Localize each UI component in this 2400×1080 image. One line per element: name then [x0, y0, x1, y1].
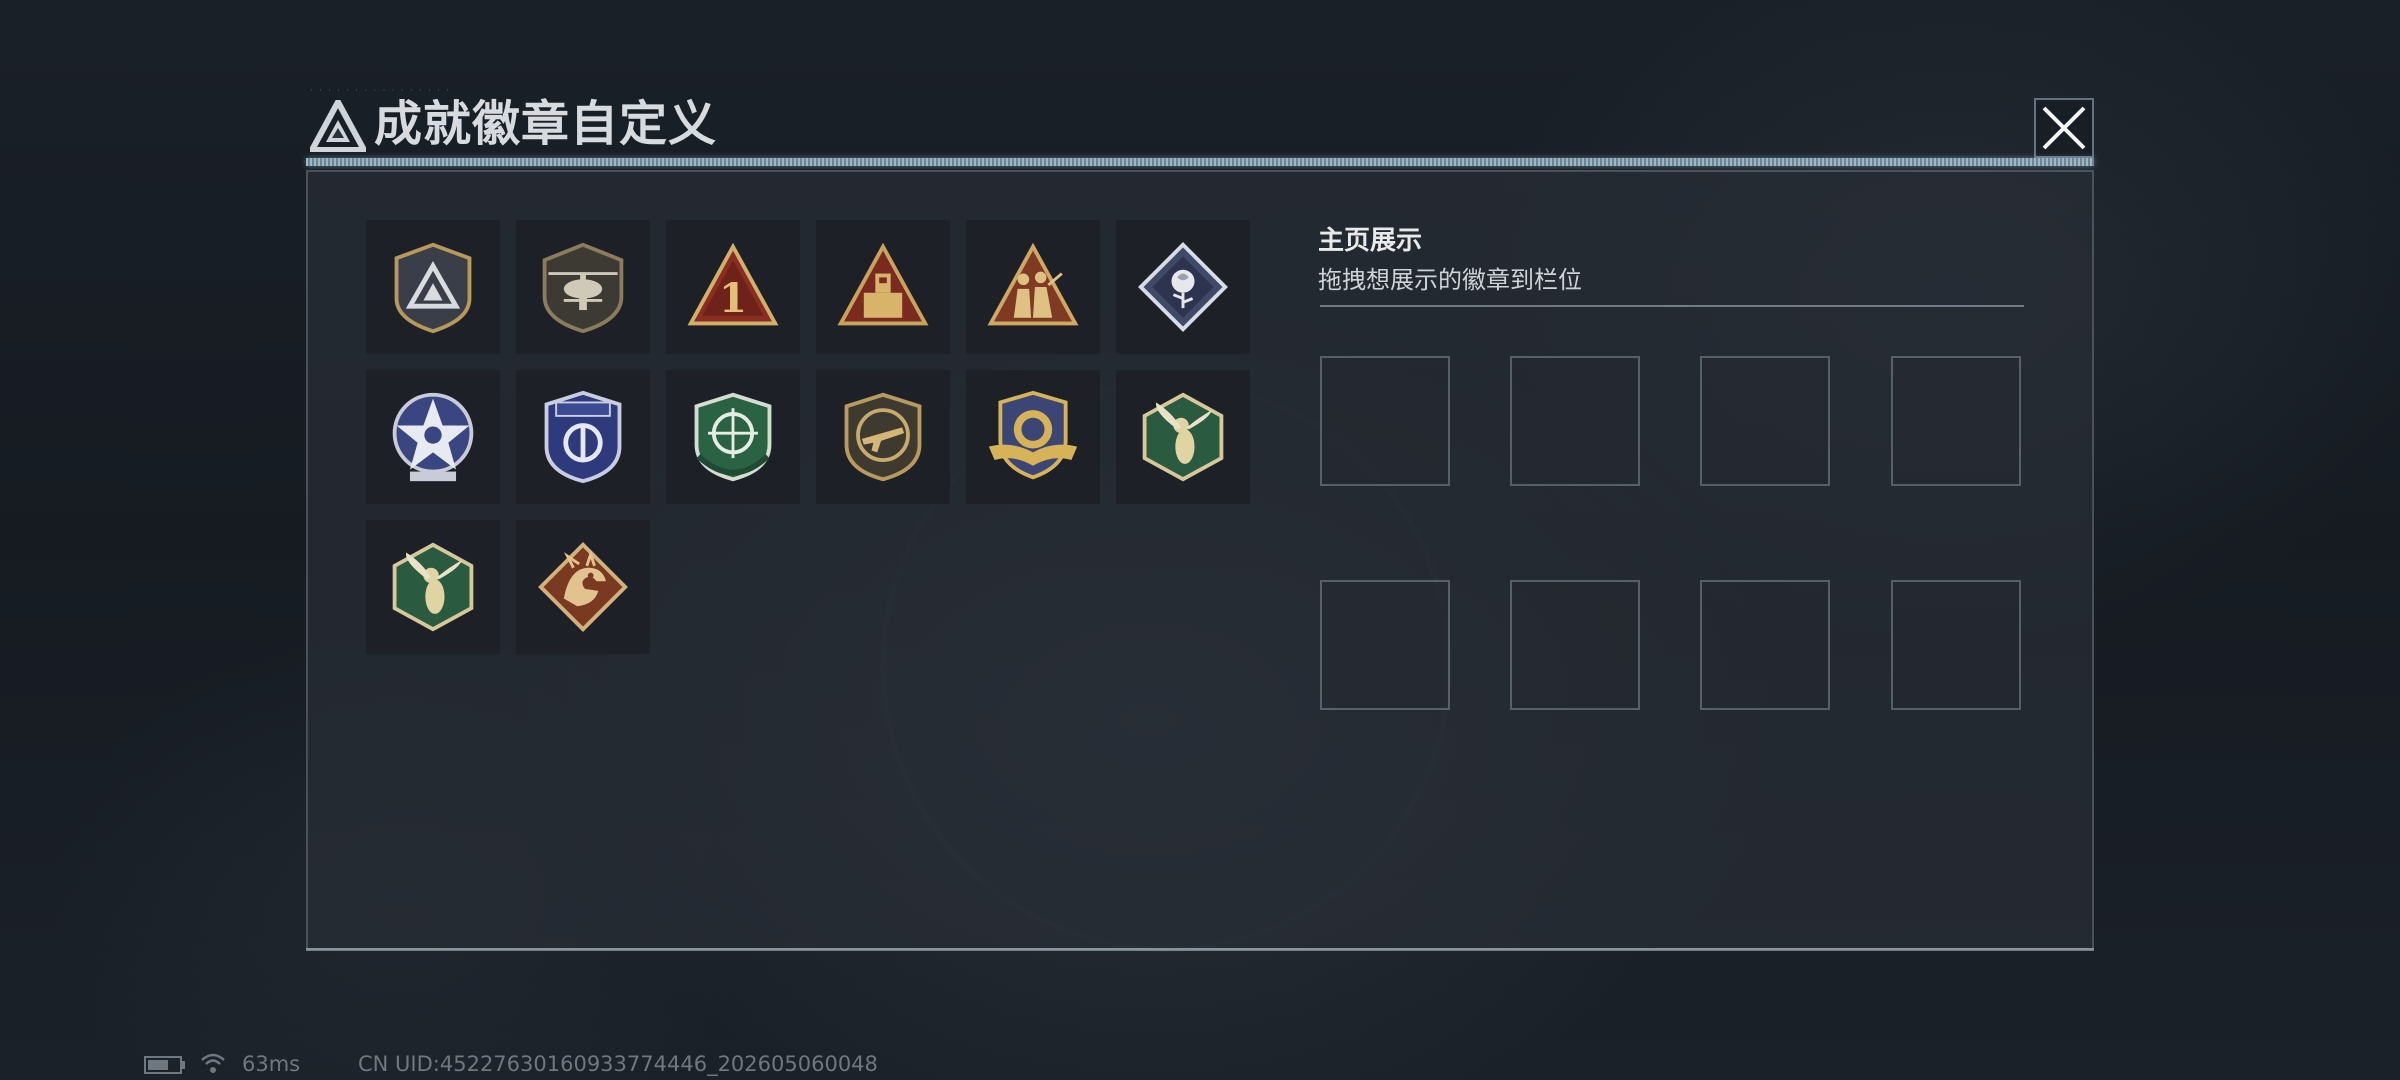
- badge-item[interactable]: [1116, 220, 1250, 354]
- badge-item[interactable]: [516, 220, 650, 354]
- blue-shield-crest-icon: [544, 390, 622, 484]
- badge-item[interactable]: [966, 220, 1100, 354]
- triangle-emblem-shield-icon: [394, 242, 472, 334]
- gold-winged-crest-icon: [988, 390, 1078, 480]
- showcase-slot[interactable]: [1320, 356, 1450, 486]
- badge-item[interactable]: [366, 370, 500, 504]
- window-title: 成就徽章自定义: [374, 96, 718, 152]
- player-uid: CN UID:4522763016093​3774446_20260506004…: [358, 1052, 878, 1076]
- badge-item[interactable]: [366, 520, 500, 654]
- showcase-hint: 拖拽想展示的徽章到栏位: [1318, 266, 1582, 294]
- diamond-dragon-icon: [538, 542, 628, 632]
- triangle-tower-icon: [837, 242, 929, 326]
- battery-icon: [144, 1056, 185, 1074]
- hexagon-hornet-icon: [392, 542, 474, 632]
- showcase-slot[interactable]: [1700, 356, 1830, 486]
- helicopter-shield-icon: [542, 242, 624, 334]
- badge-item[interactable]: [516, 370, 650, 504]
- triangle-logo-icon: [310, 100, 366, 152]
- triangle-number-one-icon: 1: [687, 242, 779, 326]
- showcase-slot[interactable]: [1891, 356, 2021, 486]
- badge-item[interactable]: 1: [666, 220, 800, 354]
- showcase-slot[interactable]: [1891, 580, 2021, 710]
- badge-item[interactable]: [366, 220, 500, 354]
- diamond-rose-icon: [1138, 242, 1228, 332]
- wifi-icon: [201, 1053, 225, 1073]
- hexagon-hornet-icon: [1142, 392, 1224, 482]
- close-icon[interactable]: [2034, 98, 2094, 158]
- triangle-soldiers-icon: [987, 242, 1079, 326]
- badge-item[interactable]: [666, 370, 800, 504]
- showcase-slot[interactable]: [1510, 356, 1640, 486]
- header-divider: [306, 158, 2094, 166]
- green-crosshair-rifle-icon: [694, 392, 772, 482]
- showcase-slot[interactable]: [1510, 580, 1640, 710]
- badge-item[interactable]: [816, 370, 950, 504]
- svg-text:1: 1: [719, 274, 747, 322]
- badge-item[interactable]: [516, 520, 650, 654]
- game-screen: · · · · · · · · · · · · · · · · 成就徽章自定义: [0, 0, 2400, 1080]
- blue-star-medal-icon: [392, 392, 474, 482]
- bronze-rifle-shield-icon: [844, 392, 922, 482]
- showcase-title: 主页展示: [1318, 226, 1423, 256]
- badge-item[interactable]: [1116, 370, 1250, 504]
- showcase-slot[interactable]: [1700, 580, 1830, 710]
- showcase-divider: [1320, 305, 2024, 307]
- panel-bottom-border: [306, 948, 2094, 951]
- ping-value: 63ms: [242, 1052, 301, 1076]
- showcase-slot[interactable]: [1320, 580, 1450, 710]
- badge-item[interactable]: [966, 370, 1100, 504]
- badge-item[interactable]: [816, 220, 950, 354]
